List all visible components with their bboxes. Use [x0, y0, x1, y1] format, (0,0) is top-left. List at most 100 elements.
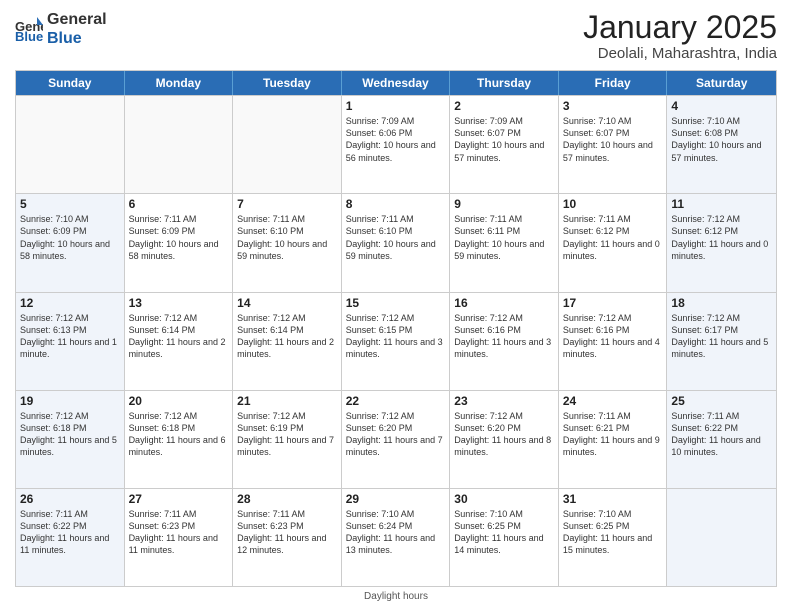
calendar-week-1: 1 Sunrise: 7:09 AMSunset: 6:06 PMDaylight…	[16, 95, 776, 193]
day-number: 28	[237, 492, 337, 506]
cell-info: Sunrise: 7:10 AMSunset: 6:09 PMDaylight:…	[20, 213, 120, 262]
cell-info: Sunrise: 7:12 AMSunset: 6:14 PMDaylight:…	[237, 312, 337, 361]
empty-cell	[125, 96, 234, 193]
day-cell-13: 13Sunrise: 7:12 AMSunset: 6:14 PMDayligh…	[125, 293, 234, 390]
cell-info: Sunrise: 7:11 AMSunset: 6:10 PMDaylight:…	[237, 213, 337, 262]
day-cell-25: 25Sunrise: 7:11 AMSunset: 6:22 PMDayligh…	[667, 391, 776, 488]
day-number: 21	[237, 394, 337, 408]
calendar-page: General Blue General Blue January 2025 D…	[0, 0, 792, 612]
day-cell-27: 27 Sunrise: 7:11 AMSunset: 6:23 PMDayligh…	[125, 489, 234, 586]
cell-info: Sunrise: 7:12 AMSunset: 6:18 PMDaylight:…	[129, 410, 229, 459]
day-header-sunday: Sunday	[16, 71, 125, 95]
empty-cell	[667, 489, 776, 586]
day-cell-1: 1 Sunrise: 7:09 AMSunset: 6:06 PMDaylight…	[342, 96, 451, 193]
cell-info: Sunrise: 7:12 AMSunset: 6:15 PMDaylight:…	[346, 312, 446, 361]
logo-general-text: General	[47, 10, 107, 29]
calendar-week-5: 26 Sunrise: 7:11 AMSunset: 6:22 PMDayligh…	[16, 488, 776, 586]
day-header-friday: Friday	[559, 71, 668, 95]
day-number: 22	[346, 394, 446, 408]
cell-info: Sunrise: 7:09 AMSunset: 6:06 PMDaylight:…	[346, 115, 446, 164]
day-number: 2	[454, 99, 554, 113]
empty-cell	[233, 96, 342, 193]
cell-info: Sunrise: 7:10 AMSunset: 6:08 PMDaylight:…	[671, 115, 772, 164]
day-cell-17: 17 Sunrise: 7:12 AMSunset: 6:16 PMDayligh…	[559, 293, 668, 390]
day-cell-5: 5 Sunrise: 7:10 AMSunset: 6:09 PMDaylight…	[16, 194, 125, 291]
day-number: 4	[671, 99, 772, 113]
cell-info: Sunrise: 7:10 AMSunset: 6:25 PMDaylight:…	[563, 508, 663, 557]
logo: General Blue General Blue	[15, 10, 107, 48]
day-number: 29	[346, 492, 446, 506]
day-number: 15	[346, 296, 446, 310]
cell-info: Sunrise: 7:12 AMSunset: 6:16 PMDaylight:…	[454, 312, 554, 361]
day-cell-3: 3 Sunrise: 7:10 AMSunset: 6:07 PMDaylight…	[559, 96, 668, 193]
day-cell-24: 24Sunrise: 7:11 AMSunset: 6:21 PMDayligh…	[559, 391, 668, 488]
day-number: 12	[20, 296, 120, 310]
cell-info: Sunrise: 7:11 AMSunset: 6:23 PMDaylight:…	[129, 508, 229, 557]
day-number: 3	[563, 99, 663, 113]
logo-icon: General Blue	[15, 15, 43, 43]
header: General Blue General Blue January 2025 D…	[15, 10, 777, 62]
day-cell-2: 2 Sunrise: 7:09 AMSunset: 6:07 PMDaylight…	[450, 96, 559, 193]
day-cell-7: 7 Sunrise: 7:11 AMSunset: 6:10 PMDaylight…	[233, 194, 342, 291]
day-cell-16: 16Sunrise: 7:12 AMSunset: 6:16 PMDayligh…	[450, 293, 559, 390]
cell-info: Sunrise: 7:12 AMSunset: 6:12 PMDaylight:…	[671, 213, 772, 262]
cell-info: Sunrise: 7:12 AMSunset: 6:19 PMDaylight:…	[237, 410, 337, 459]
day-cell-6: 6 Sunrise: 7:11 AMSunset: 6:09 PMDaylight…	[125, 194, 234, 291]
day-cell-21: 21 Sunrise: 7:12 AMSunset: 6:19 PMDayligh…	[233, 391, 342, 488]
cell-info: Sunrise: 7:12 AMSunset: 6:18 PMDaylight:…	[20, 410, 120, 459]
cell-info: Sunrise: 7:12 AMSunset: 6:14 PMDaylight:…	[129, 312, 229, 361]
calendar-title: January 2025	[583, 10, 777, 45]
day-number: 6	[129, 197, 229, 211]
calendar-subtitle: Deolali, Maharashtra, India	[583, 45, 777, 62]
day-cell-30: 30 Sunrise: 7:10 AMSunset: 6:25 PMDayligh…	[450, 489, 559, 586]
day-number: 19	[20, 394, 120, 408]
cell-info: Sunrise: 7:10 AMSunset: 6:07 PMDaylight:…	[563, 115, 663, 164]
day-number: 10	[563, 197, 663, 211]
day-header-wednesday: Wednesday	[342, 71, 451, 95]
cell-info: Sunrise: 7:12 AMSunset: 6:20 PMDaylight:…	[346, 410, 446, 459]
cell-info: Sunrise: 7:11 AMSunset: 6:21 PMDaylight:…	[563, 410, 663, 459]
cell-info: Sunrise: 7:11 AMSunset: 6:11 PMDaylight:…	[454, 213, 554, 262]
day-number: 27	[129, 492, 229, 506]
calendar-week-2: 5 Sunrise: 7:10 AMSunset: 6:09 PMDaylight…	[16, 193, 776, 291]
cell-info: Sunrise: 7:12 AMSunset: 6:16 PMDaylight:…	[563, 312, 663, 361]
cell-info: Sunrise: 7:11 AMSunset: 6:10 PMDaylight:…	[346, 213, 446, 262]
day-cell-29: 29Sunrise: 7:10 AMSunset: 6:24 PMDayligh…	[342, 489, 451, 586]
day-number: 20	[129, 394, 229, 408]
day-number: 26	[20, 492, 120, 506]
cell-info: Sunrise: 7:11 AMSunset: 6:23 PMDaylight:…	[237, 508, 337, 557]
day-cell-12: 12 Sunrise: 7:12 AMSunset: 6:13 PMDayligh…	[16, 293, 125, 390]
title-block: January 2025 Deolali, Maharashtra, India	[583, 10, 777, 62]
day-number: 17	[563, 296, 663, 310]
calendar: SundayMondayTuesdayWednesdayThursdayFrid…	[15, 70, 777, 587]
calendar-week-3: 12 Sunrise: 7:12 AMSunset: 6:13 PMDayligh…	[16, 292, 776, 390]
day-cell-8: 8 Sunrise: 7:11 AMSunset: 6:10 PMDaylight…	[342, 194, 451, 291]
day-number: 9	[454, 197, 554, 211]
day-cell-4: 4 Sunrise: 7:10 AMSunset: 6:08 PMDaylight…	[667, 96, 776, 193]
cell-info: Sunrise: 7:11 AMSunset: 6:09 PMDaylight:…	[129, 213, 229, 262]
cell-info: Sunrise: 7:09 AMSunset: 6:07 PMDaylight:…	[454, 115, 554, 164]
day-cell-9: 9 Sunrise: 7:11 AMSunset: 6:11 PMDaylight…	[450, 194, 559, 291]
footer-note: Daylight hours	[15, 591, 777, 602]
day-cell-15: 15 Sunrise: 7:12 AMSunset: 6:15 PMDayligh…	[342, 293, 451, 390]
day-number: 5	[20, 197, 120, 211]
day-number: 7	[237, 197, 337, 211]
cell-info: Sunrise: 7:12 AMSunset: 6:13 PMDaylight:…	[20, 312, 120, 361]
day-number: 30	[454, 492, 554, 506]
day-number: 23	[454, 394, 554, 408]
day-cell-23: 23Sunrise: 7:12 AMSunset: 6:20 PMDayligh…	[450, 391, 559, 488]
day-number: 11	[671, 197, 772, 211]
day-number: 8	[346, 197, 446, 211]
cell-info: Sunrise: 7:10 AMSunset: 6:25 PMDaylight:…	[454, 508, 554, 557]
day-header-tuesday: Tuesday	[233, 71, 342, 95]
day-number: 1	[346, 99, 446, 113]
cell-info: Sunrise: 7:11 AMSunset: 6:22 PMDaylight:…	[671, 410, 772, 459]
cell-info: Sunrise: 7:11 AMSunset: 6:22 PMDaylight:…	[20, 508, 120, 557]
day-header-monday: Monday	[125, 71, 234, 95]
calendar-body: 1 Sunrise: 7:09 AMSunset: 6:06 PMDaylight…	[16, 95, 776, 586]
logo-blue-text: Blue	[47, 29, 107, 48]
cell-info: Sunrise: 7:11 AMSunset: 6:12 PMDaylight:…	[563, 213, 663, 262]
day-number: 31	[563, 492, 663, 506]
day-cell-19: 19 Sunrise: 7:12 AMSunset: 6:18 PMDayligh…	[16, 391, 125, 488]
cell-info: Sunrise: 7:12 AMSunset: 6:17 PMDaylight:…	[671, 312, 772, 361]
